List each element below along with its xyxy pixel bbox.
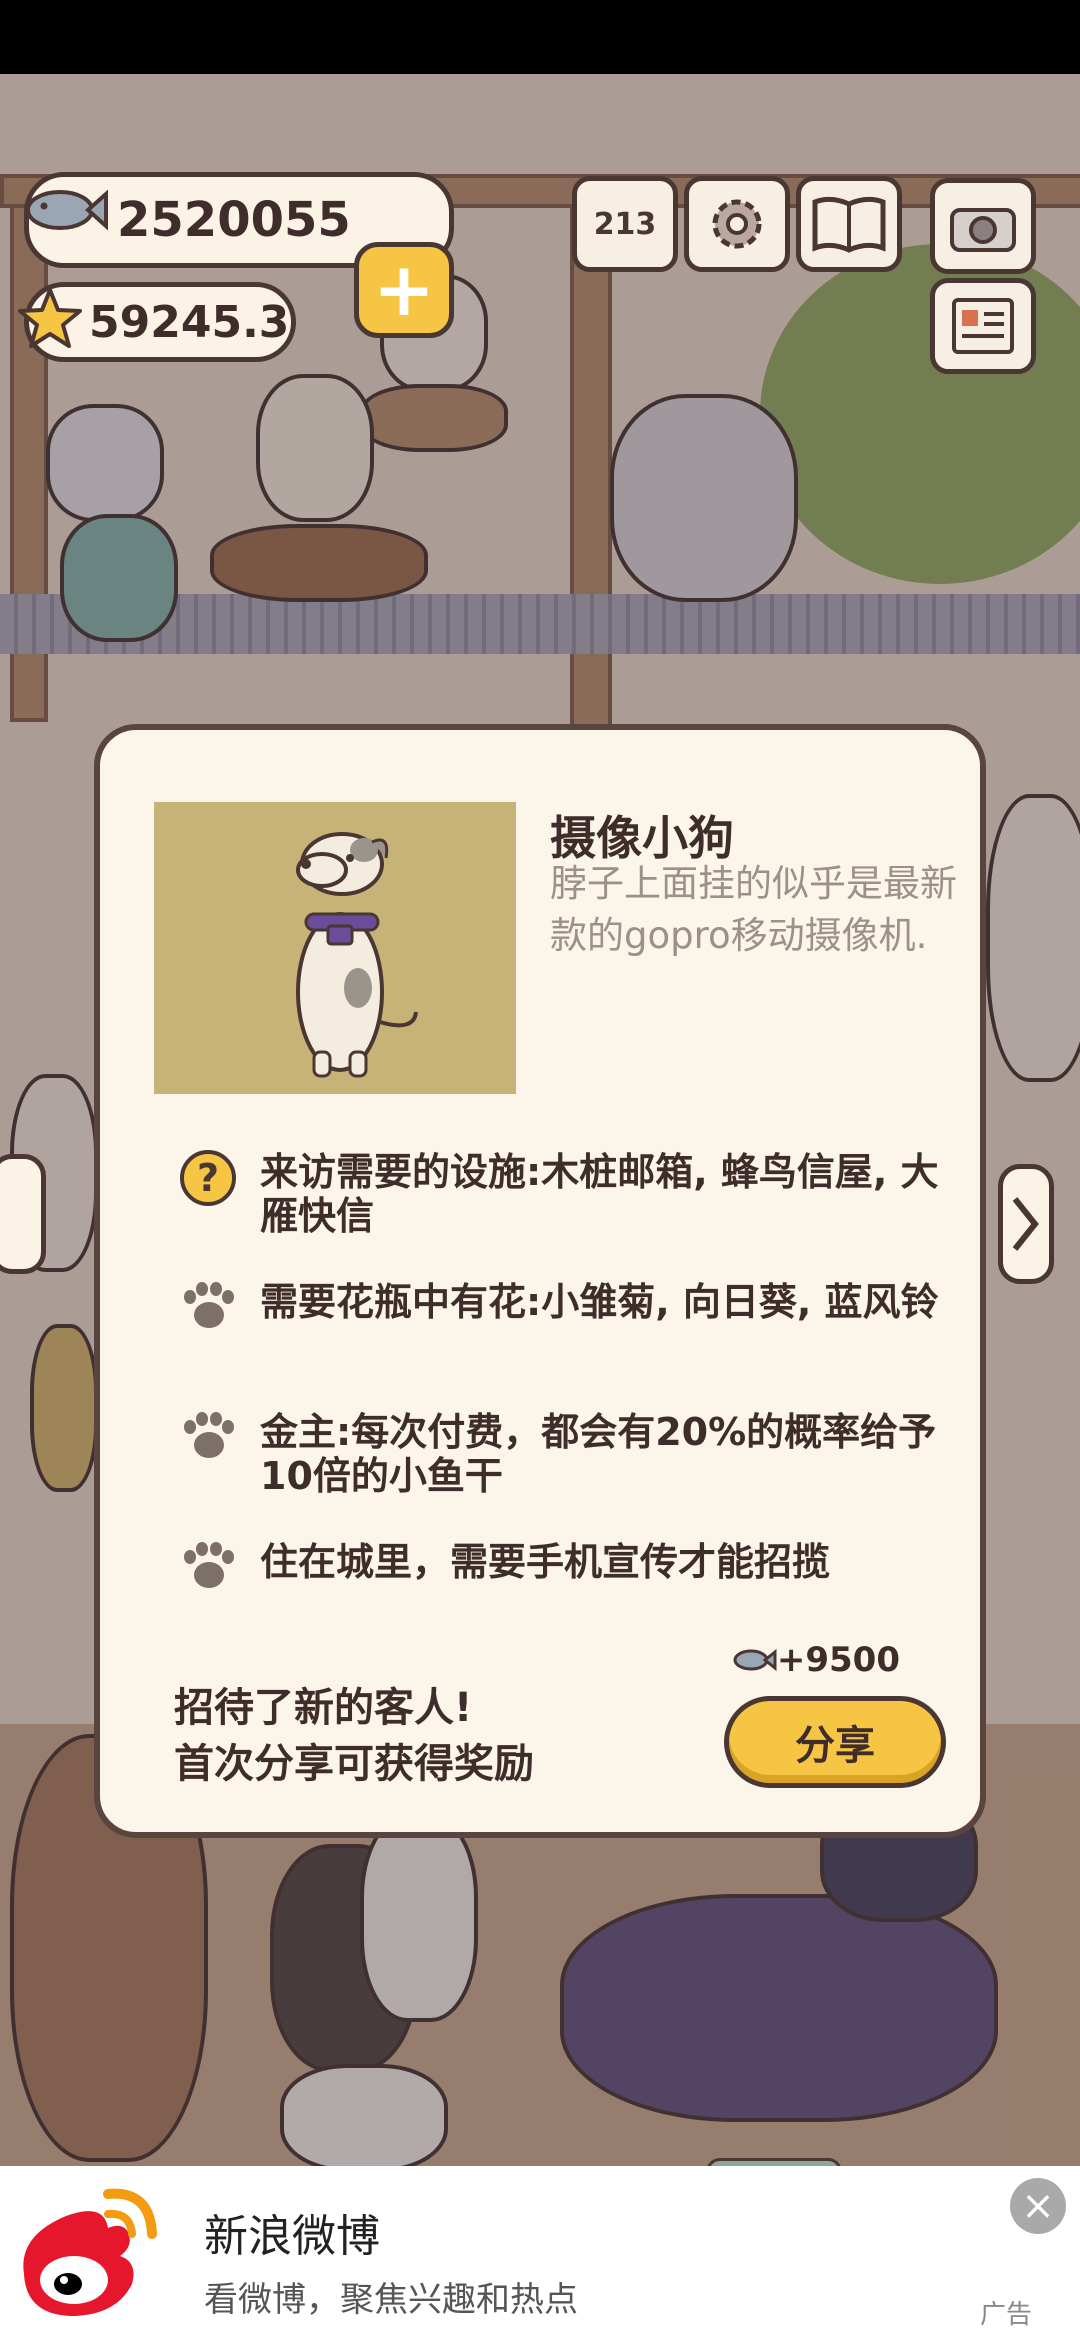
share-label: 分享 xyxy=(795,1723,875,1769)
fish-count: 2520055 xyxy=(117,192,351,248)
game-scene: 2520055 + 59245.3 213 摄像小狗 脖子上面挂的似乎是最新款的… xyxy=(0,74,1080,2166)
paw-icon xyxy=(180,1540,236,1596)
question-mark: ? xyxy=(180,1150,236,1206)
star-icon xyxy=(18,288,82,348)
previous-arrow-button[interactable] xyxy=(0,1154,46,1274)
add-fish-button[interactable]: + xyxy=(354,242,454,338)
requirement-row: 住在城里，需要手机宣传才能招揽 xyxy=(180,1540,940,1596)
gear-icon[interactable] xyxy=(684,176,790,272)
ad-close-button[interactable]: × xyxy=(1010,2178,1066,2234)
reward-amount: +9500 xyxy=(776,1640,900,1680)
paw-icon xyxy=(180,1410,236,1466)
guest-description: 脖子上面挂的似乎是最新款的gopro移动摄像机. xyxy=(550,862,957,957)
new-guest-message: 招待了新的客人! 首次分享可获得奖励 xyxy=(174,1680,534,1792)
camera-glyph xyxy=(950,208,1016,252)
requirement-text: 住在城里，需要手机宣传才能招揽 xyxy=(260,1540,831,1584)
share-reward: +9500 xyxy=(733,1640,900,1680)
camera-icon[interactable] xyxy=(930,178,1036,274)
requirement-text: 来访需要的设施:木桩邮箱, 蜂鸟信屋, 大雁快信 xyxy=(260,1150,939,1238)
requirement-text: 需要花瓶中有花:小雏菊, 向日葵, 蓝风铃 xyxy=(260,1280,939,1324)
requirement-row: 需要花瓶中有花:小雏菊, 向日葵, 蓝风铃 xyxy=(180,1280,940,1336)
question-icon: ? xyxy=(180,1150,236,1206)
podium-numbers: 213 xyxy=(593,206,657,242)
newspaper-glyph xyxy=(952,298,1014,354)
share-button[interactable]: 分享 xyxy=(724,1696,946,1788)
requirement-text: 金主:每次付费，都会有20%的概率给予10倍的小鱼干 xyxy=(260,1410,937,1498)
fish-icon xyxy=(733,1648,777,1672)
star-count: 59245.3 xyxy=(89,296,290,348)
close-icon: × xyxy=(1021,2183,1055,2229)
requirement-row: ? 来访需要的设施:木桩邮箱, 蜂鸟信屋, 大雁快信 xyxy=(180,1150,940,1238)
camera-dog-illustration xyxy=(296,832,418,1078)
newspaper-icon[interactable] xyxy=(930,278,1036,374)
plus-label: + xyxy=(372,247,435,333)
ad-subtitle: 看微博，聚焦兴趣和热点 xyxy=(204,2280,578,2320)
fish-icon xyxy=(26,189,108,231)
status-bar xyxy=(0,0,1080,74)
ad-banner[interactable]: 新浪微博 看微博，聚焦兴趣和热点 × 广告 xyxy=(0,2166,1080,2340)
message-line2: 首次分享可获得奖励 xyxy=(174,1741,534,1787)
timer-bar: 1s xyxy=(706,2158,842,2166)
ad-title: 新浪微博 xyxy=(204,2211,380,2262)
chevron-right-icon xyxy=(1012,1197,1039,1251)
book-glyph xyxy=(812,196,886,253)
weibo-logo-icon xyxy=(23,2188,157,2316)
message-line1: 招待了新的客人! xyxy=(174,1685,473,1731)
gear-glyph xyxy=(712,199,762,249)
requirement-row: 金主:每次付费，都会有20%的概率给予10倍的小鱼干 xyxy=(180,1410,940,1498)
paw-icon xyxy=(180,1280,236,1336)
ad-label: 广告 xyxy=(980,2300,1033,2330)
guest-portrait xyxy=(154,802,516,1094)
guest-info-dialog: 摄像小狗 脖子上面挂的似乎是最新款的gopro移动摄像机. ? 来访需要的设施:… xyxy=(94,724,986,1838)
next-arrow-button[interactable] xyxy=(998,1164,1054,1284)
ranking-podium-icon[interactable]: 213 xyxy=(572,176,678,272)
book-icon[interactable] xyxy=(796,176,902,272)
